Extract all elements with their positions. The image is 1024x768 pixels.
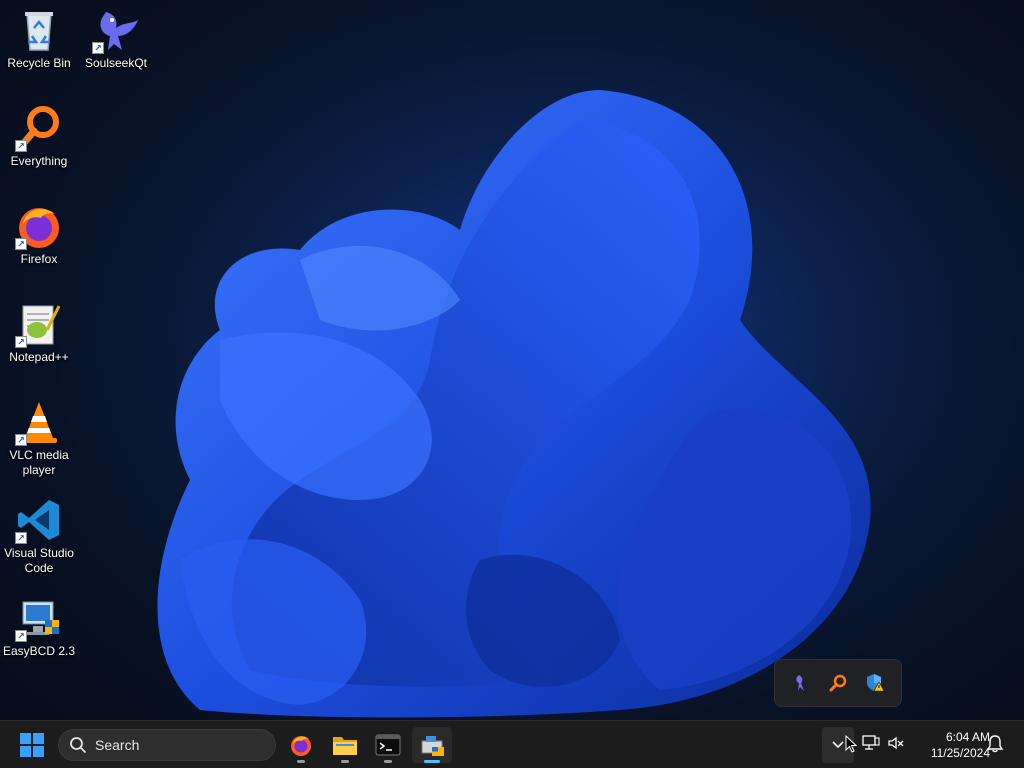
desktop-icon-recycle-bin[interactable]: Recycle Bin xyxy=(1,2,77,71)
taskbar-search-box[interactable]: Search xyxy=(58,729,276,761)
shortcut-arrow-icon: ↗ xyxy=(15,434,27,446)
desktop-icon-label: Firefox xyxy=(20,252,58,266)
running-indicator xyxy=(341,760,349,763)
mouse-cursor xyxy=(845,734,858,758)
firefox-icon xyxy=(291,736,311,756)
volume-muted-icon[interactable] xyxy=(887,735,905,756)
desktop-icon-label: Recycle Bin xyxy=(7,56,71,70)
taskbar-app-terminal[interactable] xyxy=(368,727,408,763)
desktop-icon-label: Everything xyxy=(10,154,68,168)
desktop-icon-easybcd[interactable]: ↗ EasyBCD 2.3 xyxy=(1,590,77,659)
easybcd-icon: ↗ xyxy=(15,594,63,642)
taskbar-app-installer[interactable] xyxy=(412,727,452,763)
vlc-icon: ↗ xyxy=(15,398,63,446)
search-label: Search xyxy=(95,737,140,753)
vscode-icon: ↗ xyxy=(15,496,63,544)
taskbar-app-file-explorer[interactable] xyxy=(325,727,365,763)
clock-time: 6:04 AM xyxy=(945,730,990,744)
taskbar: Search 6:04 AM 11/25/2024 xyxy=(0,720,1024,768)
firefox-icon: ↗ xyxy=(15,202,63,250)
desktop-icon-vscode[interactable]: ↗ Visual Studio Code xyxy=(1,492,77,576)
windows-logo-icon xyxy=(20,733,44,757)
start-button[interactable] xyxy=(12,729,52,761)
recycle-bin-icon xyxy=(15,6,63,54)
shortcut-arrow-icon: ↗ xyxy=(92,42,104,54)
desktop-icon-vlc[interactable]: ↗ VLC media player xyxy=(1,394,77,478)
soulseek-icon[interactable] xyxy=(790,672,812,694)
shortcut-arrow-icon: ↗ xyxy=(15,630,27,642)
desktop-icon-soulseekqt[interactable]: ↗ SoulseekQt xyxy=(78,2,154,71)
everything-search-icon[interactable] xyxy=(827,672,849,694)
folder-icon xyxy=(333,737,357,755)
desktop-icon-firefox[interactable]: ↗ Firefox xyxy=(1,198,77,267)
terminal-icon xyxy=(375,734,401,756)
search-icon xyxy=(70,737,86,753)
system-tray-icons xyxy=(858,727,908,763)
running-indicator xyxy=(297,760,305,763)
desktop-icon-everything[interactable]: ↗ Everything xyxy=(1,100,77,169)
clock-date: 11/25/2024 xyxy=(930,746,990,760)
desktop-icon-label: SoulseekQt xyxy=(84,56,148,70)
desktop-icon-label: EasyBCD 2.3 xyxy=(2,644,76,658)
soulseek-icon: ↗ xyxy=(92,6,140,54)
notification-bell-icon[interactable] xyxy=(985,734,1007,756)
shortcut-arrow-icon: ↗ xyxy=(15,140,27,152)
running-indicator xyxy=(384,760,392,763)
desktop-icon-label: Notepad++ xyxy=(9,350,69,364)
notepadpp-icon: ↗ xyxy=(15,300,63,348)
shortcut-arrow-icon: ↗ xyxy=(15,238,27,250)
security-warning-icon[interactable] xyxy=(864,672,886,694)
shortcut-arrow-icon: ↗ xyxy=(15,532,27,544)
running-indicator xyxy=(424,760,440,763)
desktop-icon-label: VLC media player xyxy=(9,448,69,477)
desktop-icon-notepadpp[interactable]: ↗ Notepad++ xyxy=(1,296,77,365)
everything-search-icon: ↗ xyxy=(15,104,63,152)
shortcut-arrow-icon: ↗ xyxy=(15,336,27,348)
taskbar-clock[interactable]: 6:04 AM 11/25/2024 xyxy=(910,729,990,761)
network-icon[interactable] xyxy=(861,734,880,756)
taskbar-app-firefox[interactable] xyxy=(281,727,321,763)
chevron-up-icon xyxy=(832,741,844,749)
installer-icon xyxy=(421,736,444,756)
desktop-icon-label: Visual Studio Code xyxy=(4,546,74,575)
desktop-icon-area: Recycle Bin ↗ SoulseekQt ↗ Everything ↗ … xyxy=(0,0,160,720)
tray-overflow-flyout xyxy=(774,659,902,707)
